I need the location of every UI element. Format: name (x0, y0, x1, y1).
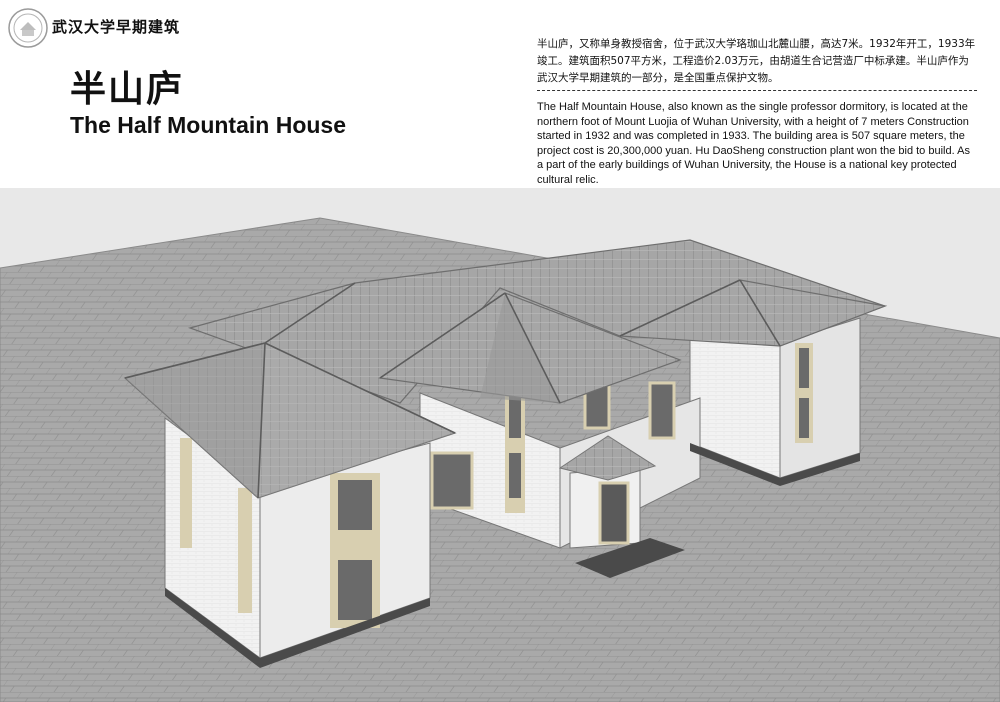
divider (537, 90, 977, 91)
page-title-chinese: 半山庐 (70, 69, 185, 110)
half-mountain-house-rendering (0, 188, 1000, 702)
description-english: The Half Mountain House, also known as t… (537, 101, 970, 186)
header: 武汉大学早期建筑 半山庐 The Half Mountain House 半山庐… (0, 0, 1000, 188)
logo-title: 武汉大学早期建筑 (52, 18, 181, 36)
description-chinese: 半山庐，又称单身教授宿舍，位于武汉大学珞珈山北麓山腰，高达7米。1932年开工，… (537, 38, 976, 84)
university-seal-icon (8, 8, 48, 48)
building-illustration (0, 217, 1000, 702)
page-title-english: The Half Mountain House (70, 112, 346, 138)
